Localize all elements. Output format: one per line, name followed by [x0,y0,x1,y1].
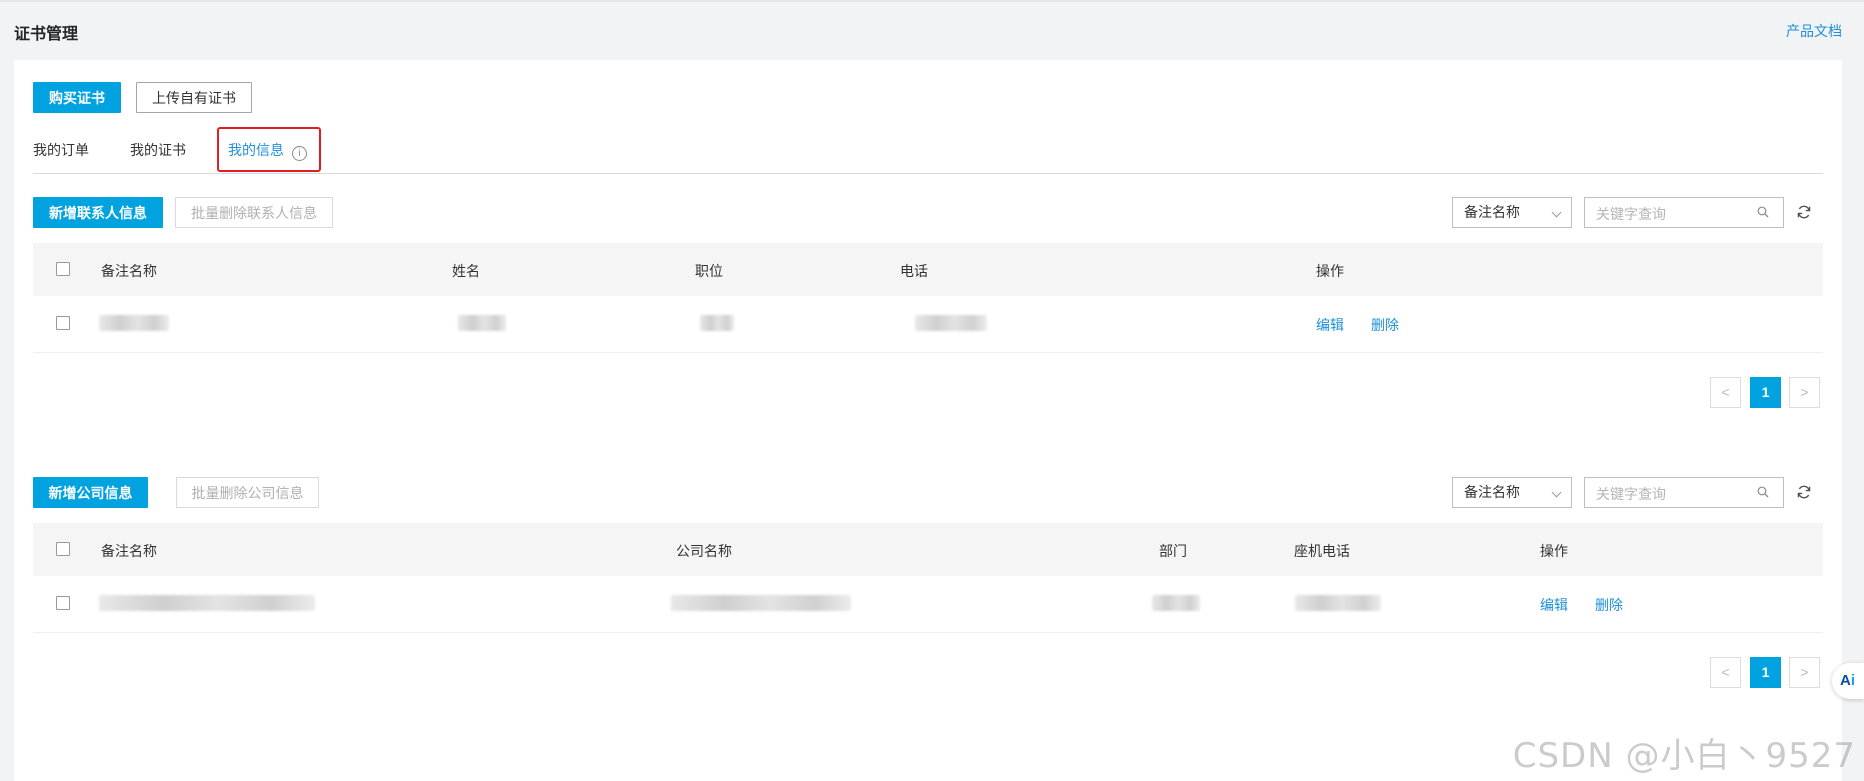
batch-delete-companies-button[interactable]: 批量删除公司信息 [176,477,319,508]
page-number-button[interactable]: 1 [1750,657,1781,688]
companies-table-header: 备注名称 公司名称 部门 座机电话 操作 [33,523,1823,576]
add-contact-button[interactable]: 新增联系人信息 [33,197,163,228]
next-page-button[interactable]: > [1789,377,1820,408]
contact-search-box [1584,197,1784,229]
contact-filter-value: 备注名称 [1464,204,1520,220]
prev-page-button[interactable]: < [1710,377,1741,408]
redacted-landline [1295,595,1381,611]
page-title: 证书管理 [14,26,79,43]
edit-link[interactable]: 编辑 [1316,315,1344,335]
page-number-button[interactable]: 1 [1750,377,1781,408]
redacted-department [1152,595,1200,611]
redacted-phone [915,315,987,331]
select-all-checkbox[interactable] [56,262,70,276]
redacted-company-name [671,595,851,611]
contact-search-input[interactable] [1585,198,1758,229]
column-header: 公司名称 [676,543,732,559]
column-header: 备注名称 [101,543,157,559]
redacted-position [700,315,734,331]
table-row: 编辑 删除 [33,576,1823,633]
companies-table: 备注名称 公司名称 部门 座机电话 操作 编辑 删除 [33,523,1823,633]
chevron-down-icon [1551,207,1562,218]
ai-assistant-button[interactable]: Ai [1832,663,1864,699]
tab-my-certificates[interactable]: 我的证书 [130,140,186,160]
info-circle-icon[interactable]: i [292,146,307,161]
column-header: 操作 [1316,263,1344,279]
batch-delete-contacts-button[interactable]: 批量删除联系人信息 [175,197,333,228]
company-search-input[interactable] [1585,478,1758,509]
tab-my-orders[interactable]: 我的订单 [33,140,89,160]
company-filter-value: 备注名称 [1464,484,1520,500]
tab-bar: 我的订单 我的证书 我的信息 i [33,122,1823,174]
column-header: 部门 [1159,543,1187,559]
contacts-table: 备注名称 姓名 职位 电话 操作 编辑 删除 [33,243,1823,353]
row-checkbox[interactable] [56,316,70,330]
main-panel: 购买证书 上传自有证书 我的订单 我的证书 我的信息 i 新增联系人信息 批量删除… [14,60,1842,781]
select-all-checkbox[interactable] [56,542,70,556]
edit-link[interactable]: 编辑 [1540,595,1568,615]
upload-certificate-button[interactable]: 上传自有证书 [136,82,252,113]
refresh-icon[interactable] [1796,484,1812,500]
row-checkbox[interactable] [56,596,70,610]
redacted-name [458,315,506,331]
prev-page-button[interactable]: < [1710,657,1741,688]
table-row: 编辑 删除 [33,296,1823,353]
redacted-remark [99,315,169,331]
next-page-button[interactable]: > [1789,657,1820,688]
top-header: 证书管理 产品文档 [0,0,1864,60]
column-header: 备注名称 [101,263,157,279]
add-company-button[interactable]: 新增公司信息 [33,477,148,508]
refresh-icon[interactable] [1796,204,1812,220]
ai-logo-a: A [1840,672,1851,689]
buy-certificate-button[interactable]: 购买证书 [33,82,121,113]
redacted-remark [99,595,315,611]
ai-logo-i: i [1850,672,1856,689]
product-docs-link[interactable]: 产品文档 [1786,21,1842,41]
delete-link[interactable]: 删除 [1371,315,1399,335]
tab-my-info[interactable]: 我的信息 i [228,140,307,161]
column-header: 姓名 [452,263,480,279]
column-header: 座机电话 [1294,543,1350,559]
search-icon[interactable] [1757,206,1769,218]
company-search-box [1584,477,1784,509]
contact-filter-select[interactable]: 备注名称 [1452,197,1572,228]
company-filter-select[interactable]: 备注名称 [1452,477,1572,508]
column-header: 职位 [695,263,723,279]
chevron-down-icon [1551,487,1562,498]
contacts-table-header: 备注名称 姓名 职位 电话 操作 [33,243,1823,296]
column-header: 电话 [900,263,928,279]
tab-my-info-label: 我的信息 [228,142,284,158]
delete-link[interactable]: 删除 [1595,595,1623,615]
column-header: 操作 [1540,543,1568,559]
search-icon[interactable] [1757,486,1769,498]
